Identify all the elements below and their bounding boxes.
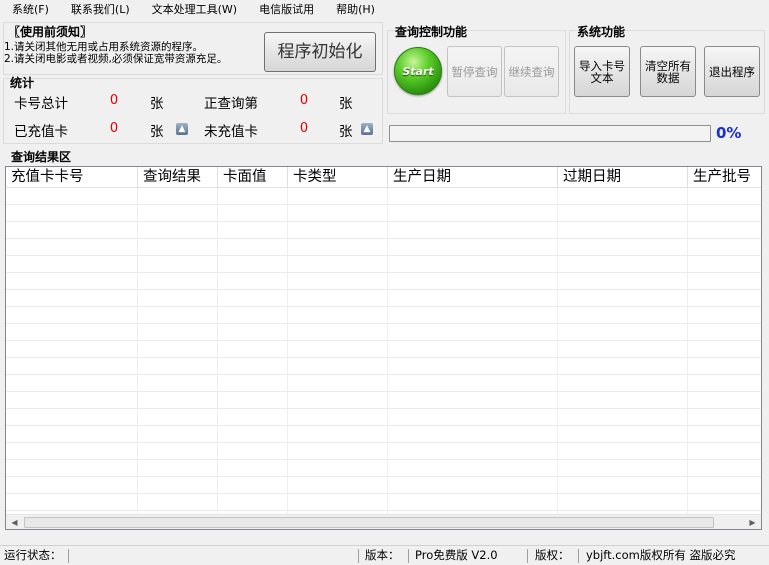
total-unit: 张 xyxy=(150,96,164,112)
querying-value: 0 xyxy=(299,93,309,108)
recharged-label: 已充值卡 xyxy=(14,124,68,140)
export-recharged-icon[interactable]: ▲ xyxy=(176,123,188,135)
query-progress-bar xyxy=(389,125,711,142)
menu-contact[interactable]: 联系我们(L) xyxy=(60,0,141,20)
system-title: 系统功能 xyxy=(577,25,626,39)
export-unrecharged-icon[interactable]: ▲ xyxy=(361,123,373,135)
clear-data-button[interactable]: 清空所有 数据 xyxy=(640,46,696,97)
column-card-type[interactable]: 卡类型 xyxy=(288,167,388,188)
copyright-value: ybjft.com版权所有 盗版必究 xyxy=(586,548,736,562)
notice-title: 〖使用前须知〗 xyxy=(8,25,93,39)
scroll-right-icon[interactable]: ▶ xyxy=(744,515,761,529)
scroll-left-icon[interactable]: ◀ xyxy=(6,515,23,529)
notice-line-2: 2.请关闭电影或者视频,必须保证宽带资源充足。 xyxy=(4,53,228,65)
table-body xyxy=(6,188,761,515)
run-status-label: 运行状态： xyxy=(4,548,62,562)
querying-label: 正查询第 xyxy=(204,96,258,112)
status-divider xyxy=(408,549,409,563)
query-control-title: 查询控制功能 xyxy=(395,25,468,39)
column-expiry-date[interactable]: 过期日期 xyxy=(558,167,688,188)
menu-bar: 系统(F) 联系我们(L) 文本处理工具(W) 电信版试用 帮助(H) xyxy=(0,0,769,20)
resume-query-button[interactable]: 继续查询 xyxy=(504,46,559,97)
start-button[interactable]: Start xyxy=(394,47,442,95)
querying-unit: 张 xyxy=(339,96,353,112)
column-batch-number[interactable]: 生产批号 xyxy=(688,167,761,188)
table-header: 充值卡卡号 查询结果 卡面值 卡类型 生产日期 过期日期 生产批号 xyxy=(6,167,761,188)
exit-button[interactable]: 退出程序 xyxy=(704,46,760,97)
status-divider xyxy=(358,549,359,563)
unrecharged-value: 0 xyxy=(299,121,309,136)
column-query-result[interactable]: 查询结果 xyxy=(138,167,218,188)
pause-query-button[interactable]: 暂停查询 xyxy=(447,46,502,97)
copyright-label: 版权： xyxy=(535,548,570,562)
progress-percent: 0% xyxy=(716,124,742,142)
recharged-value: 0 xyxy=(109,121,119,136)
init-button[interactable]: 程序初始化 xyxy=(264,32,376,72)
column-face-value[interactable]: 卡面值 xyxy=(218,167,288,188)
menu-telecom-trial[interactable]: 电信版试用 xyxy=(248,0,325,20)
status-divider xyxy=(68,549,69,563)
horizontal-scrollbar[interactable]: ◀ ▶ xyxy=(6,514,761,529)
version-label: 版本： xyxy=(365,548,400,562)
stats-title: 统计 xyxy=(10,76,35,90)
results-title: 查询结果区 xyxy=(11,150,72,164)
total-value: 0 xyxy=(109,93,119,108)
unrecharged-unit: 张 xyxy=(339,124,353,140)
column-card-number[interactable]: 充值卡卡号 xyxy=(6,167,138,188)
total-label: 卡号总计 xyxy=(14,96,68,112)
status-bar: 运行状态： 版本： Pro免费版 V2.0 版权： ybjft.com版权所有 … xyxy=(0,545,769,565)
unrecharged-label: 未充值卡 xyxy=(204,124,258,140)
recharged-unit: 张 xyxy=(150,124,164,140)
scroll-thumb[interactable] xyxy=(24,517,714,528)
status-divider xyxy=(527,549,528,563)
menu-text-tools[interactable]: 文本处理工具(W) xyxy=(141,0,248,20)
results-table[interactable]: 充值卡卡号 查询结果 卡面值 卡类型 生产日期 过期日期 生产批号 ◀ ▶ xyxy=(5,166,762,530)
version-value: Pro免费版 V2.0 xyxy=(415,548,498,562)
status-divider xyxy=(578,549,579,563)
menu-help[interactable]: 帮助(H) xyxy=(325,0,386,20)
menu-system[interactable]: 系统(F) xyxy=(0,0,60,20)
column-production-date[interactable]: 生产日期 xyxy=(388,167,558,188)
import-card-button[interactable]: 导入卡号 文本 xyxy=(574,46,630,97)
notice-line-1: 1.请关闭其他无用或占用系统资源的程序。 xyxy=(4,41,204,53)
